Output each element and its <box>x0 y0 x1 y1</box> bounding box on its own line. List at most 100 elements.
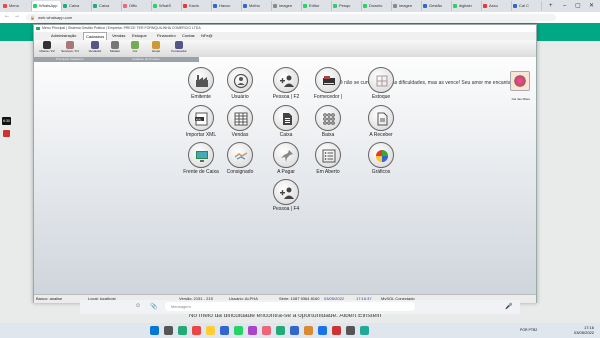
menu-button-consignado[interactable]: Consignado <box>218 142 262 176</box>
maximize-icon[interactable]: ▢ <box>575 2 581 10</box>
taskbar-app-icon[interactable] <box>220 326 229 335</box>
toolbar-label: Vendedor <box>88 49 102 53</box>
mic-icon[interactable]: 🎤 <box>505 303 512 310</box>
toolbar-button-0[interactable]: Cliente / F2 <box>38 41 56 56</box>
menu-button-label: Pessoa | F2 <box>272 94 300 100</box>
taskbar-app-icon[interactable] <box>332 326 341 335</box>
browser-tab[interactable]: Cal C <box>512 1 542 11</box>
browser-tab[interactable]: Assu <box>482 1 512 11</box>
tab-favicon-icon <box>183 4 187 8</box>
menu-button-fornecedor[interactable]: Fornecedor | <box>306 67 350 101</box>
close-icon[interactable]: ✕ <box>589 2 594 10</box>
menu-financeiro[interactable]: Financeiro <box>155 32 178 40</box>
menu-button-label: Baixa <box>321 132 335 138</box>
browser-tab[interactable]: Melho <box>242 1 272 11</box>
menu-vendas[interactable]: Vendas <box>110 32 127 40</box>
toolbar-button-5[interactable]: Grupo <box>147 41 165 56</box>
emoji-icon[interactable]: ☺ <box>135 303 141 309</box>
browser-tab[interactable]: Pesqu <box>332 1 362 11</box>
browser-tab[interactable]: Offic <box>122 1 152 11</box>
browser-tab[interactable]: imagen <box>272 1 302 11</box>
browser-tab[interactable]: WhatS <box>152 1 182 11</box>
menu-button-a-receber[interactable]: A Receber <box>359 105 403 139</box>
message-input[interactable]: Mensagem <box>165 302 415 311</box>
browser-tab[interactable]: Havoc <box>212 1 242 11</box>
language-indicator[interactable]: POR PTB2 <box>520 328 537 332</box>
add-person-icon <box>273 179 299 205</box>
browser-tab[interactable]: Kavin <box>182 1 212 11</box>
browser-tab[interactable]: Menu <box>2 1 32 11</box>
taskbar-app-icon[interactable] <box>276 326 285 335</box>
toolbar-button-3[interactable]: Modelo <box>106 41 124 56</box>
new-tab-icon[interactable]: + <box>549 2 553 10</box>
tab-favicon-icon <box>363 4 367 8</box>
browser-tab[interactable]: Downlo <box>362 1 392 11</box>
taskbar-app-icon[interactable] <box>164 326 173 335</box>
browser-tab[interactable]: digitaln <box>452 1 482 11</box>
browser-tab[interactable]: Editor <box>302 1 332 11</box>
taskbar-app-icon[interactable] <box>178 326 187 335</box>
taskbar-clock[interactable]: 17:16 03/05/2022 <box>574 325 594 335</box>
taskbar-app-icon[interactable] <box>318 326 327 335</box>
app-icon <box>36 27 40 30</box>
taskbar-app-icon[interactable] <box>346 326 355 335</box>
browser-tab[interactable]: Caixa <box>62 1 92 11</box>
menu-button-baixa[interactable]: Baixa <box>306 105 350 139</box>
toolbar-icon <box>152 41 160 49</box>
toolbar-button-4[interactable]: Cor <box>126 41 144 56</box>
monitor-icon <box>188 142 214 168</box>
browser-tab[interactable]: WhatsApp <box>32 1 62 11</box>
toolbar-button-1[interactable]: Serviços / F3 <box>61 41 79 56</box>
menu-button-estoque[interactable]: Estoque <box>359 67 403 101</box>
back-icon[interactable]: ← <box>4 13 10 19</box>
taskbar-app-icon[interactable] <box>206 326 215 335</box>
taskbar-app-icon[interactable] <box>150 326 159 335</box>
grid-dots-icon <box>315 105 341 131</box>
menu-button-label: Fornecedor | <box>313 94 343 100</box>
menu-bar: Administração Cadastros Vendas Estoque Finan… <box>34 32 536 40</box>
tab-label: Caixa <box>69 3 80 8</box>
minimize-icon[interactable]: – <box>563 2 566 10</box>
menu-button-label: Pessoa | F4 <box>272 206 300 212</box>
attach-icon[interactable]: 📎 <box>150 303 157 310</box>
toolbar-button-6[interactable]: Fornecedor <box>170 41 188 56</box>
menu-button-label: Em Aberto <box>316 169 340 175</box>
menu-button-pessoa-f2[interactable]: Pessoa | F2 <box>264 67 308 101</box>
menu-button-a-pagar[interactable]: A Pagar <box>264 142 308 176</box>
menu-button-caixa[interactable]: Caixa <box>264 105 308 139</box>
toolbar-icon <box>111 41 119 49</box>
menu-estoque[interactable]: Estoque <box>130 32 149 40</box>
menu-nfe-[interactable]: NFe@ <box>199 32 215 40</box>
taskbar-app-icon[interactable] <box>304 326 313 335</box>
browser-tab[interactable]: Gestão <box>422 1 452 11</box>
menu-cadastros[interactable]: Cadastros <box>83 32 108 40</box>
tab-label: Downlo <box>369 3 383 8</box>
taskbar-app-icon[interactable] <box>192 326 201 335</box>
taskbar-app-icon[interactable] <box>234 326 243 335</box>
taskbar: 17:16 03/05/2022 POR PTB2 <box>0 323 600 338</box>
browser-tab[interactable]: Caixa <box>92 1 122 11</box>
menu-button-em-aberto[interactable]: Em Aberto <box>306 142 350 176</box>
forward-icon[interactable]: → <box>14 13 20 19</box>
menu-button-pessoa-f4[interactable]: Pessoa | F4 <box>264 179 308 213</box>
menu-button-frente-de-caixa[interactable]: Frente de Caixa <box>179 142 223 176</box>
tab-favicon-icon <box>213 4 217 8</box>
taskbar-app-icon[interactable] <box>290 326 299 335</box>
browser-tab[interactable]: imagen <box>392 1 422 11</box>
taskbar-app-icon[interactable] <box>360 326 369 335</box>
menu-administra-o[interactable]: Administração <box>49 32 78 40</box>
tab-label: Assu <box>489 3 498 8</box>
toolbar-button-2[interactable]: Vendedor <box>86 41 104 56</box>
tab-favicon-icon <box>123 4 127 8</box>
menu-button-emitente[interactable]: Emitente <box>179 67 223 101</box>
url-field[interactable]: 🔒 web.whatsapp.com <box>26 14 556 21</box>
menu-button-usu-rio[interactable]: Usuário <box>218 67 262 101</box>
menu-button-importar-xml[interactable]: XML Importar XML <box>179 105 223 139</box>
timer-widget[interactable]: 6:30 <box>2 117 11 125</box>
menu-contas[interactable]: Contas <box>180 32 197 40</box>
menu-button-vendas[interactable]: Vendas <box>218 105 262 139</box>
menu-button-gr-ficos[interactable]: Gráficos <box>359 142 403 176</box>
record-icon[interactable] <box>3 130 10 137</box>
taskbar-app-icon[interactable] <box>262 326 271 335</box>
taskbar-app-icon[interactable] <box>248 326 257 335</box>
